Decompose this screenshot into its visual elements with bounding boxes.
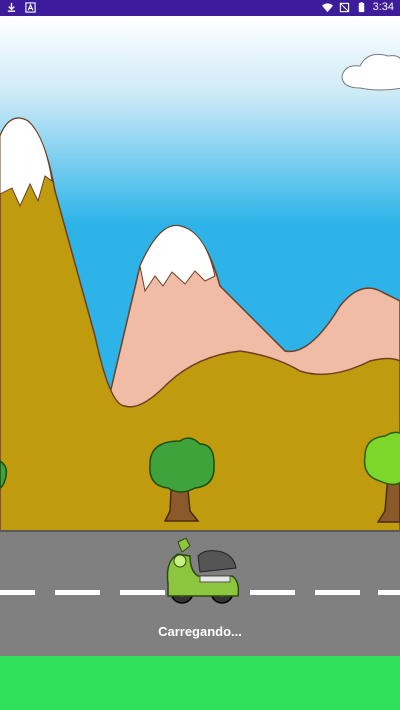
loading-text: Carregando... <box>158 624 242 639</box>
notification-a-icon <box>25 2 36 13</box>
no-signal-icon <box>339 2 349 12</box>
grass-strip <box>0 656 400 710</box>
download-icon <box>7 2 16 12</box>
wifi-icon <box>321 2 333 12</box>
game-scene <box>0 16 400 657</box>
battery-icon <box>358 1 364 12</box>
status-bar: 3:34 <box>0 0 400 16</box>
status-time: 3:34 <box>372 1 394 13</box>
